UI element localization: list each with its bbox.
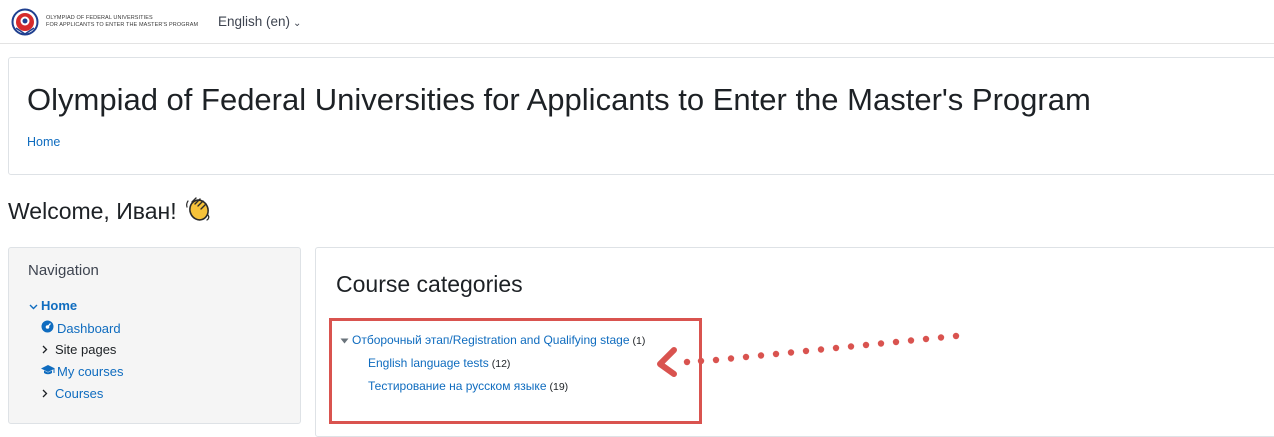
nav-label-home[interactable]: Home	[41, 298, 77, 313]
logo-text-line-1: OLYMPIAD OF FEDERAL UNIVERSITIES	[46, 15, 153, 21]
navigation-title: Navigation	[28, 262, 99, 279]
category-item-qualifying-stage[interactable]: Отборочный этап/Registration and Qualify…	[340, 333, 645, 347]
chevron-down-icon	[28, 298, 38, 313]
olympiad-emblem-icon	[11, 8, 39, 36]
nav-item-dashboard[interactable]: Dashboard	[40, 320, 121, 336]
logo-text-line-2: FOR APPLICANTS TO ENTER THE MASTER'S PRO…	[46, 22, 199, 28]
language-label: English (en)	[218, 14, 291, 29]
category-item-english-tests[interactable]: English language tests (12)	[368, 356, 510, 370]
chevron-right-icon	[38, 342, 52, 357]
category-count: (19)	[549, 381, 569, 393]
nav-item-site-pages[interactable]: Site pages	[38, 342, 116, 357]
nav-label-courses[interactable]: Courses	[55, 386, 103, 401]
welcome-heading: Welcome, Иван!	[8, 193, 213, 229]
nav-label-my-courses[interactable]: My courses	[57, 364, 123, 379]
category-count: (12)	[491, 358, 511, 370]
nav-label-dashboard[interactable]: Dashboard	[57, 321, 121, 336]
dashboard-icon	[40, 320, 54, 336]
page-title: Olympiad of Federal Universities for App…	[27, 82, 1091, 117]
nav-item-my-courses[interactable]: My courses	[40, 364, 123, 379]
nav-label-site-pages: Site pages	[55, 342, 117, 357]
waving-hand-icon	[183, 193, 213, 229]
site-logo[interactable]: OLYMPIAD OF FEDERAL UNIVERSITIES FOR APP…	[8, 8, 198, 36]
breadcrumb-home[interactable]: Home	[27, 135, 60, 149]
nav-item-home[interactable]: Home	[28, 298, 77, 313]
course-categories-title: Course categories	[336, 271, 523, 297]
caret-down-icon[interactable]	[340, 333, 352, 347]
nav-item-courses[interactable]: Courses	[38, 386, 103, 401]
category-link[interactable]: English language tests	[368, 356, 489, 370]
language-selector[interactable]: English (en) ⌄	[218, 14, 301, 29]
graduation-cap-icon	[40, 364, 55, 379]
annotation-dotted-arrow	[657, 332, 960, 377]
category-link[interactable]: Отборочный этап/Registration and Qualify…	[352, 333, 630, 347]
top-navbar: OLYMPIAD OF FEDERAL UNIVERSITIES FOR APP…	[0, 0, 1274, 44]
category-item-russian-tests[interactable]: Тестирование на русском языке (19)	[368, 379, 568, 393]
welcome-text: Welcome, Иван!	[8, 197, 177, 224]
chevron-right-icon	[38, 386, 52, 401]
category-link[interactable]: Тестирование на русском языке	[368, 379, 547, 393]
chevron-down-icon: ⌄	[293, 18, 302, 29]
